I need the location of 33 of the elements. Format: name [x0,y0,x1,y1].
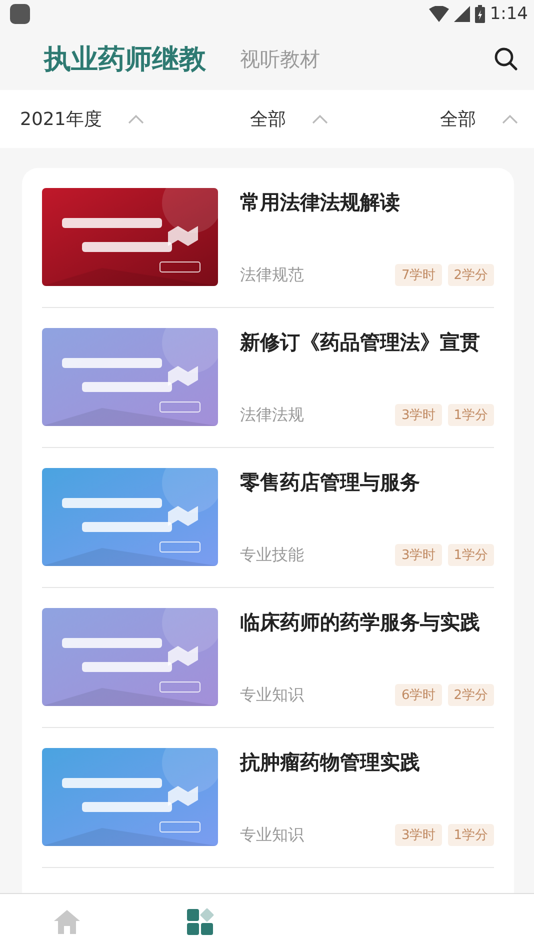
grid-icon [186,908,214,936]
app-notification-icon [10,4,30,24]
course-category: 法律规范 [240,264,304,286]
hours-tag: 3学时 [395,404,442,426]
filter-dropdown[interactable]: 全部 [250,107,328,131]
course-category: 专业知识 [240,684,304,706]
hours-tag: 3学时 [395,824,442,846]
filter-dropdown[interactable]: 2021年度 [20,107,186,131]
filter-dropdown[interactable]: 全部 [440,107,518,131]
course-title[interactable]: 临床药师的药学服务与实践 [240,608,494,637]
status-time: 1:14 [490,4,528,24]
hours-tag: 7学时 [395,264,442,286]
search-icon[interactable] [494,47,518,71]
credits-tag: 1学分 [448,544,494,566]
battery-icon [474,5,485,23]
course-title[interactable]: 零售药店管理与服务 [240,468,494,497]
signal-icon [454,6,470,22]
course-title[interactable]: 新修订《药品管理法》宣贯 [240,328,494,357]
course-category: 法律法规 [240,404,304,426]
wifi-icon [428,6,449,22]
course-title[interactable]: 抗肿瘤药物管理实践 [240,748,494,777]
course-category: 专业技能 [240,544,304,566]
credits-tag: 2学分 [448,684,494,706]
course-title[interactable]: 常用法律法规解读 [240,188,494,217]
home-icon [52,908,81,936]
header-tab[interactable]: 执业药师继教 [44,41,206,77]
credits-tag: 1学分 [448,404,494,426]
credits-tag: 2学分 [448,264,494,286]
credits-tag: 1学分 [448,824,494,846]
nav-tab[interactable] [186,908,214,936]
hours-tag: 6学时 [395,684,442,706]
hours-tag: 3学时 [395,544,442,566]
course-category: 专业知识 [240,824,304,846]
